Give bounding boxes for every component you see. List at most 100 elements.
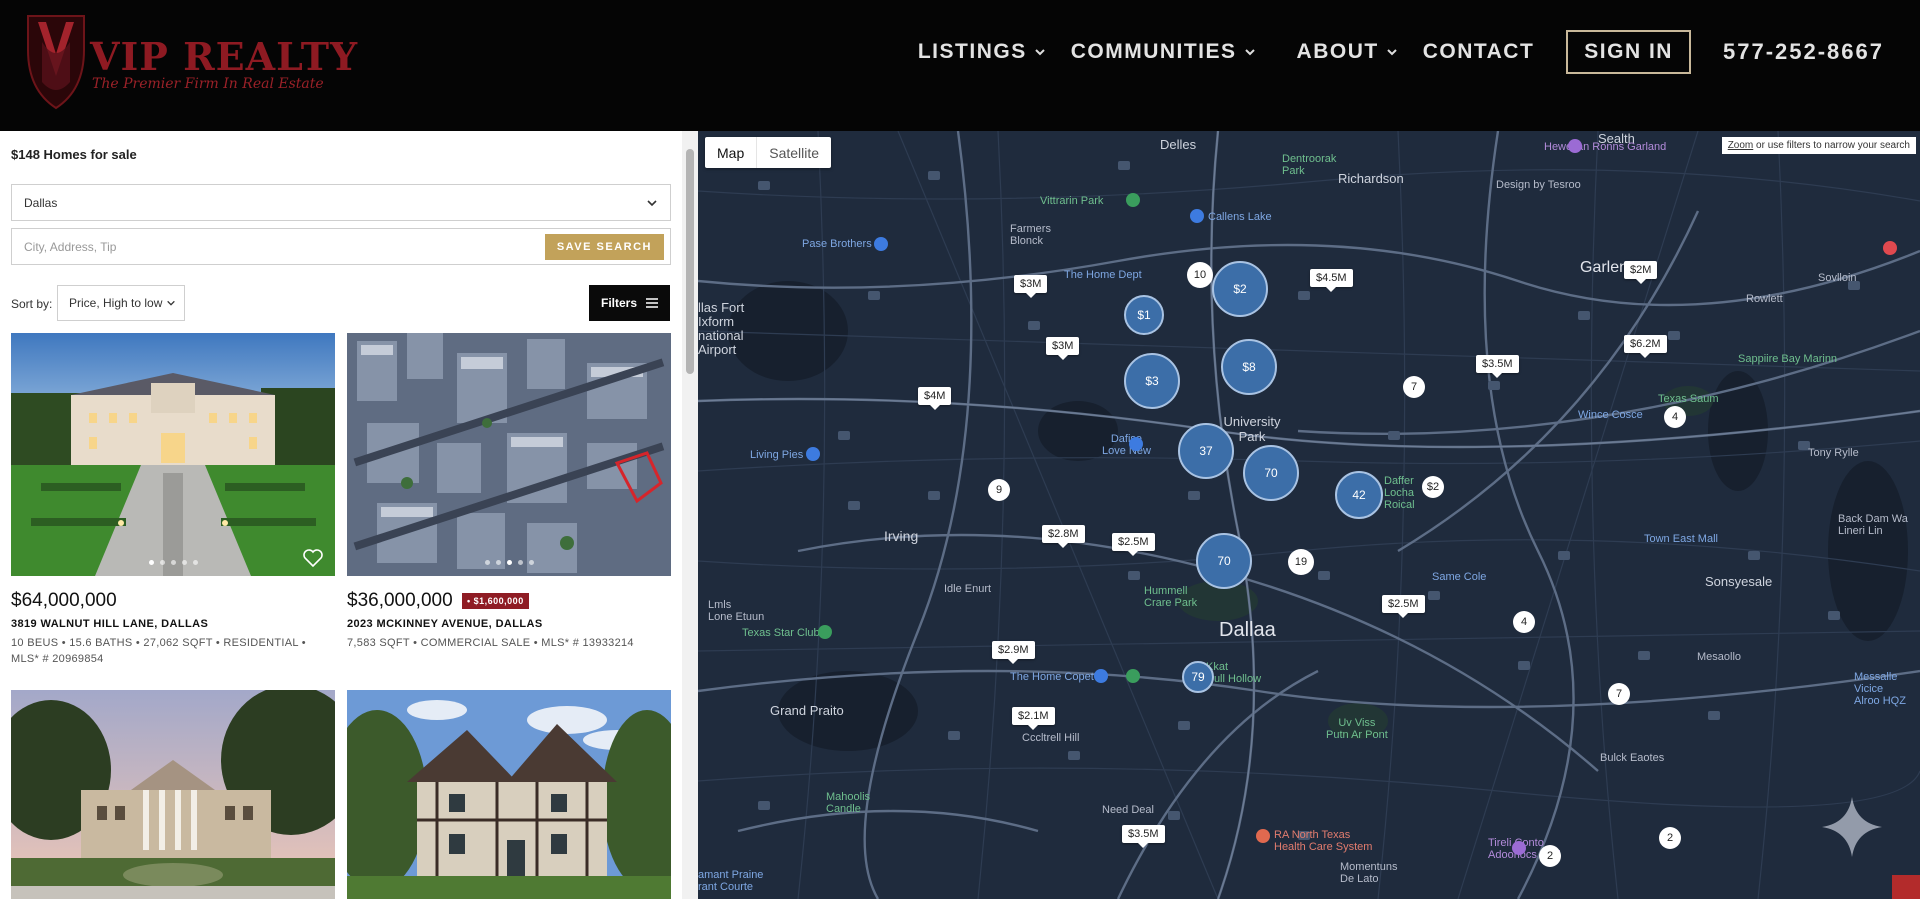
listing-card[interactable]: $36,000,000 • $1,600,000 2023 MCKINNEY A… bbox=[347, 333, 671, 673]
shop-pin-icon[interactable] bbox=[1094, 669, 1108, 683]
poi-label[interactable]: Sappiire Bay Marinn bbox=[1738, 353, 1837, 365]
price-marker[interactable]: $2.1M bbox=[1012, 707, 1055, 730]
poi-label[interactable]: Daffer Locha Roical bbox=[1384, 475, 1415, 511]
park-pin-icon[interactable] bbox=[1126, 669, 1140, 683]
starred-place-icon[interactable] bbox=[1883, 241, 1897, 255]
listing-cluster[interactable]: 42 bbox=[1335, 471, 1383, 519]
poi-label[interactable]: RA North Texas Health Care System bbox=[1274, 829, 1372, 853]
map-type-satellite[interactable]: Satellite bbox=[757, 137, 831, 168]
listing-cluster[interactable]: $8 bbox=[1221, 339, 1277, 395]
hospital-pin-icon[interactable] bbox=[1256, 829, 1270, 843]
carousel-dots[interactable] bbox=[347, 560, 671, 565]
poi-label[interactable]: Texas Saum bbox=[1658, 393, 1719, 405]
shop-pin-icon[interactable] bbox=[874, 237, 888, 251]
listing-cluster[interactable]: $3 bbox=[1124, 353, 1180, 409]
listing-cluster[interactable]: 70 bbox=[1243, 445, 1299, 501]
listing-photo[interactable] bbox=[347, 690, 671, 899]
poi-label[interactable]: Callens Lake bbox=[1208, 211, 1272, 223]
price-marker[interactable]: $3.5M bbox=[1122, 825, 1165, 848]
poi-label[interactable]: Mahoolis Candle bbox=[826, 791, 870, 815]
save-search-button[interactable]: SAVE SEARCH bbox=[544, 233, 664, 260]
listings-scrollbar[interactable] bbox=[682, 131, 698, 899]
poi-label[interactable]: Idle Enurt bbox=[944, 583, 991, 595]
poi-label[interactable]: Same Cole bbox=[1432, 571, 1486, 583]
poi-label[interactable]: Living Pies bbox=[750, 449, 803, 461]
poi-label[interactable]: Hewellan Ronns Garland bbox=[1544, 141, 1666, 153]
poi-label[interactable]: Dentroorak Park bbox=[1282, 153, 1336, 177]
listing-cluster[interactable]: 70 bbox=[1196, 533, 1252, 589]
listing-cluster[interactable]: 79 bbox=[1182, 661, 1214, 693]
listing-pin[interactable]: 19 bbox=[1288, 549, 1314, 575]
listing-pin[interactable]: $2 bbox=[1422, 476, 1444, 498]
listing-photo[interactable] bbox=[347, 333, 671, 576]
brand-logo[interactable]: VIP REALTY The Premier Firm In Real Esta… bbox=[24, 12, 357, 117]
listing-cluster[interactable]: $1 bbox=[1124, 295, 1164, 335]
carousel-dots[interactable] bbox=[11, 560, 335, 565]
listing-pin[interactable]: 4 bbox=[1513, 611, 1535, 633]
nav-communities[interactable]: COMMUNITIES bbox=[1071, 40, 1257, 64]
poi-label[interactable]: Wince Cosce bbox=[1578, 409, 1643, 421]
poi-label[interactable]: Vittrarin Park bbox=[1040, 195, 1103, 207]
search-input[interactable] bbox=[24, 239, 545, 254]
poi-label[interactable]: Texas Star Club bbox=[742, 627, 820, 639]
poi-label[interactable]: amant Praine rant Courte bbox=[698, 869, 763, 893]
listing-photo[interactable] bbox=[11, 333, 335, 576]
listing-pin[interactable]: 4 bbox=[1664, 406, 1686, 428]
poi-label[interactable]: Hummell Crare Park bbox=[1144, 585, 1197, 609]
poi-label[interactable]: Kkat Hull Hollow bbox=[1206, 661, 1261, 685]
listing-pin[interactable]: 9 bbox=[988, 479, 1010, 501]
listing-pin[interactable]: 10 bbox=[1187, 262, 1213, 288]
price-marker[interactable]: $2.5M bbox=[1112, 533, 1155, 556]
price-marker[interactable]: $6.2M bbox=[1624, 335, 1667, 358]
park-pin-icon[interactable] bbox=[1126, 193, 1140, 207]
attraction-pin-icon[interactable] bbox=[1568, 139, 1582, 153]
listing-photo[interactable] bbox=[11, 690, 335, 899]
listing-card[interactable] bbox=[11, 690, 335, 899]
price-marker[interactable]: $3M bbox=[1014, 275, 1048, 298]
poi-label[interactable]: Tony Rylle bbox=[1808, 447, 1859, 459]
price-marker[interactable]: $2.8M bbox=[1042, 525, 1085, 548]
listing-address[interactable]: 2023 MCKINNEY AVENUE, DALLAS bbox=[347, 618, 543, 630]
place-pin-icon[interactable] bbox=[1190, 209, 1204, 223]
listing-pin[interactable]: 7 bbox=[1403, 376, 1425, 398]
city-dropdown[interactable]: Dallas bbox=[11, 184, 671, 221]
sign-in-button[interactable]: SIGN IN bbox=[1566, 30, 1691, 74]
phone-number[interactable]: 577-252-8667 bbox=[1723, 39, 1884, 65]
nav-about[interactable]: ABOUT bbox=[1297, 40, 1399, 64]
favorite-heart-icon[interactable] bbox=[303, 549, 323, 567]
price-marker[interactable]: $2.5M bbox=[1382, 595, 1425, 618]
poi-label[interactable]: The Home Dept bbox=[1064, 269, 1142, 281]
listing-cluster[interactable]: 37 bbox=[1178, 423, 1234, 479]
map-report-button[interactable] bbox=[1892, 875, 1920, 899]
price-marker[interactable]: $4.5M bbox=[1310, 269, 1353, 292]
listing-pin[interactable]: 7 bbox=[1608, 683, 1630, 705]
nav-listings[interactable]: LISTINGS bbox=[918, 40, 1047, 64]
poi-label[interactable]: Messalle Vicice Alroo HQZ bbox=[1854, 671, 1906, 707]
listing-card[interactable]: $64,000,000 3819 WALNUT HILL LANE, DALLA… bbox=[11, 333, 335, 673]
shop-pin-icon[interactable] bbox=[806, 447, 820, 461]
airport-pin-icon[interactable] bbox=[1129, 437, 1143, 451]
price-marker[interactable]: $4M bbox=[918, 387, 952, 410]
price-marker[interactable]: $3M bbox=[1046, 337, 1080, 360]
poi-label[interactable]: Back Dam Wa Lineri Lin bbox=[1838, 513, 1908, 537]
poi-label[interactable]: Town East Mall bbox=[1644, 533, 1718, 545]
listing-address[interactable]: 3819 WALNUT HILL LANE, DALLAS bbox=[11, 618, 208, 630]
poi-label[interactable]: Design by Tesroo bbox=[1496, 179, 1581, 191]
price-marker[interactable]: $2M bbox=[1624, 261, 1658, 284]
scrollbar-thumb[interactable] bbox=[686, 149, 694, 374]
golf-pin-icon[interactable] bbox=[818, 625, 832, 639]
listing-cluster[interactable]: $2 bbox=[1212, 261, 1268, 317]
filters-button[interactable]: Filters bbox=[589, 285, 670, 321]
nav-contact[interactable]: CONTACT bbox=[1423, 40, 1535, 64]
price-marker[interactable]: $2.9M bbox=[992, 641, 1035, 664]
price-marker[interactable]: $3.5M bbox=[1476, 355, 1519, 378]
poi-label[interactable]: Dafise Love New bbox=[1102, 433, 1151, 457]
listing-pin[interactable]: 2 bbox=[1539, 845, 1561, 867]
map-view[interactable]: Delles Sealth Richardson Farmers Blonck … bbox=[698, 131, 1920, 899]
listing-pin[interactable]: 2 bbox=[1659, 827, 1681, 849]
map-type-map[interactable]: Map bbox=[705, 137, 758, 168]
poi-label[interactable]: The Home Copet bbox=[1010, 671, 1094, 683]
poi-label[interactable]: Uv Viss Putn Ar Pont bbox=[1326, 717, 1388, 741]
attraction-pin-icon[interactable] bbox=[1512, 841, 1526, 855]
poi-label[interactable]: Pase Brothers bbox=[802, 238, 872, 250]
